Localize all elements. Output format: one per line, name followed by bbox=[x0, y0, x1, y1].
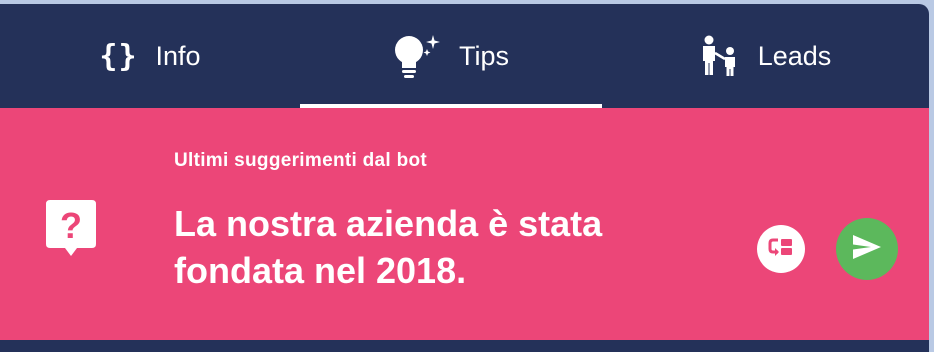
code-braces-icon: {} bbox=[99, 38, 138, 74]
send-suggestion-button[interactable] bbox=[836, 218, 898, 280]
tab-tips-label: Tips bbox=[458, 40, 509, 71]
tab-tips[interactable]: Tips bbox=[300, 4, 602, 108]
tab-info-label: Info bbox=[155, 40, 201, 71]
tab-bar: {} Info Tips Leads bbox=[0, 4, 929, 108]
send-icon bbox=[852, 234, 882, 265]
person-child-icon bbox=[700, 35, 740, 77]
swap-suggestion-button[interactable] bbox=[757, 225, 805, 273]
suggestion-banner: ? Ultimi suggerimenti dal bot La nostra … bbox=[0, 108, 929, 340]
banner-title: Ultimi suggerimenti dal bot bbox=[174, 150, 428, 171]
tab-leads-label: Leads bbox=[757, 40, 832, 71]
svg-text:?: ? bbox=[60, 205, 82, 246]
lightbulb-sparkle-icon bbox=[393, 33, 441, 79]
tips-panel: {} Info Tips Leads ? Ultimi suggerimenti… bbox=[0, 4, 929, 352]
tab-leads[interactable]: Leads bbox=[602, 4, 929, 108]
suggestion-text: La nostra azienda è stata fondata nel 20… bbox=[174, 203, 603, 291]
tab-info[interactable]: {} Info bbox=[0, 4, 300, 108]
swap-card-icon bbox=[768, 236, 794, 263]
question-bubble-icon: ? bbox=[46, 200, 96, 263]
